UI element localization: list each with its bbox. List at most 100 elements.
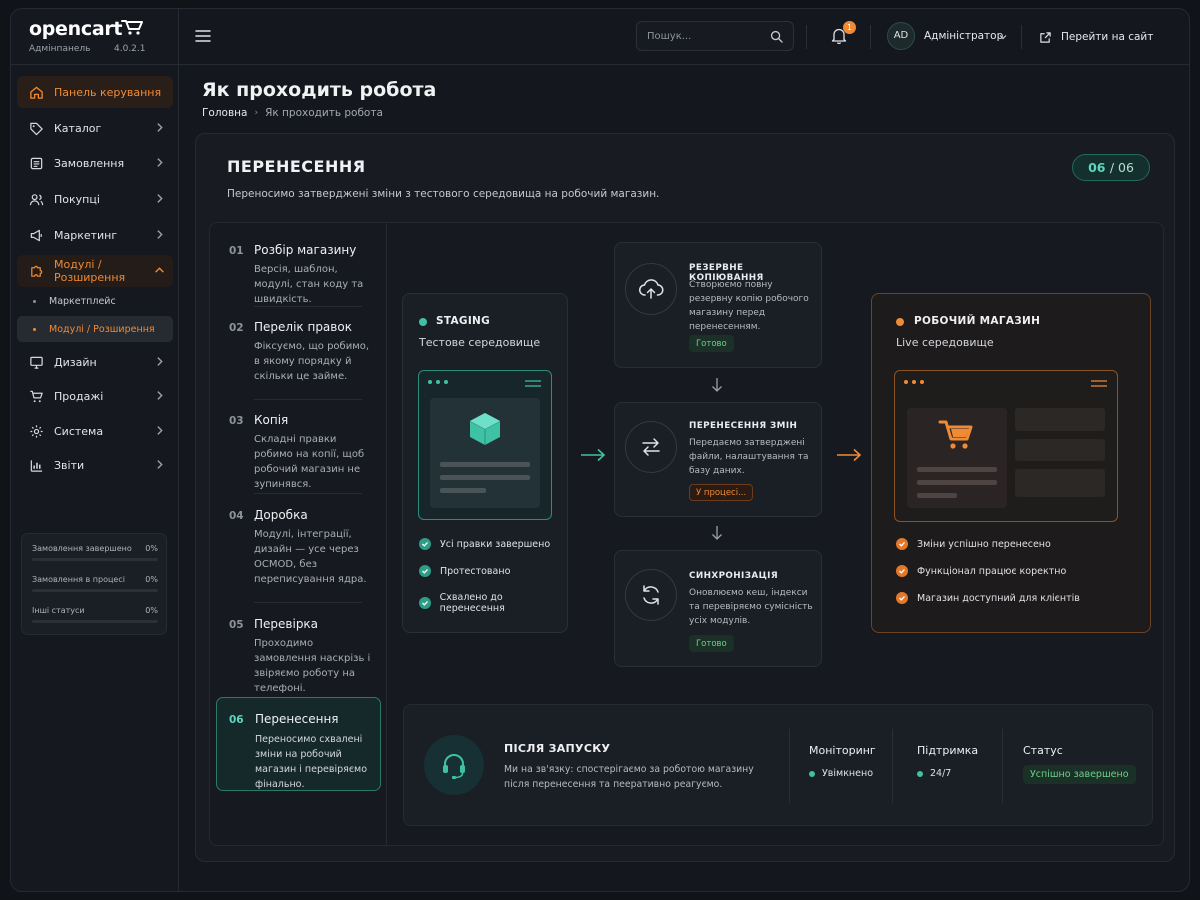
step-divider xyxy=(254,493,362,494)
step-text: Переносимо схвалені зміни на робочий маг… xyxy=(255,734,368,790)
stat-value: 0% xyxy=(145,606,158,615)
workflow-panel: 01 Розбір магазину Версія, шаблон, модул… xyxy=(209,222,1164,846)
staging-title: STAGING xyxy=(436,315,491,327)
sidebar-item-reports[interactable]: Звіти xyxy=(17,449,173,481)
user-name[interactable]: Адміністратор xyxy=(924,30,1003,42)
sidebar-subitem-extensions[interactable]: Модулі / Розширення xyxy=(17,316,173,342)
window-dots xyxy=(428,380,452,384)
sidebar-subitem-marketplace[interactable]: Маркетплейс xyxy=(17,288,173,314)
check-label: Магазин доступний для клієнтів xyxy=(917,592,1080,604)
goto-site-link[interactable]: Перейти на сайт xyxy=(1039,22,1153,52)
menu-icon[interactable] xyxy=(195,29,211,43)
sidebar: opencart Адмінпанель 4.0.2.1 Панель керу… xyxy=(11,9,179,891)
gear-icon xyxy=(30,424,43,438)
step-name: Розбір магазину xyxy=(254,243,357,257)
step-number: 01 xyxy=(229,245,244,257)
support-value: 24/7 xyxy=(917,768,951,779)
stat-label: Інші статуси xyxy=(32,606,85,615)
step-name: Копія xyxy=(254,413,289,427)
avatar[interactable]: AD xyxy=(887,22,915,50)
sidebar-item-system[interactable]: Система xyxy=(17,415,173,447)
step-text: Модулі, інтеграції, дизайн — усе через O… xyxy=(254,529,367,585)
breadcrumb-current: Як проходить робота xyxy=(265,107,383,119)
sidebar-item-label: Маркетинг xyxy=(54,228,118,242)
sidebar-item-label: Звіти xyxy=(54,458,85,472)
staging-panel: STAGING Тестове середовище Усі правки за… xyxy=(402,293,568,633)
logo-subtitle: Адмінпанель xyxy=(29,44,91,54)
notification-badge: 1 xyxy=(843,21,856,34)
pipeline-card-backup: РЕЗЕРВНЕ КОПІЮВАННЯ Створюємо повну резе… xyxy=(614,242,822,368)
stat-progress-bar xyxy=(32,589,158,592)
support-value-text: 24/7 xyxy=(930,768,952,779)
sidebar-item-marketing[interactable]: Маркетинг xyxy=(17,219,173,251)
cart-icon xyxy=(30,390,43,402)
placeholder-line xyxy=(440,488,486,493)
sidebar-subitem-label: Модулі / Розширення xyxy=(49,323,155,335)
logo-cart-icon xyxy=(121,20,143,35)
step-number: 04 xyxy=(229,510,244,522)
staging-check: Протестовано xyxy=(419,565,510,577)
pipeline-icon-circle xyxy=(625,263,677,315)
status-badge-in-progress: У процесі... xyxy=(689,484,754,501)
pipeline-icon-circle xyxy=(625,569,677,621)
vertical-divider xyxy=(1002,729,1003,803)
external-link-icon xyxy=(1040,31,1051,43)
sidebar-item-customers[interactable]: Покупці xyxy=(17,183,173,215)
check-icon xyxy=(896,565,908,577)
stat-label: Замовлення завершено xyxy=(32,544,132,553)
sidebar-item-catalog[interactable]: Каталог xyxy=(17,112,173,144)
sidebar-item-extensions[interactable]: Модулі / Розширення xyxy=(17,255,173,287)
placeholder-block xyxy=(1015,469,1105,497)
sidebar-item-orders[interactable]: Замовлення xyxy=(17,147,173,179)
placeholder-line xyxy=(917,467,997,472)
stat-progress-bar xyxy=(32,620,158,623)
support-label: Підтримка xyxy=(917,744,979,757)
step-item-active[interactable]: 06 Перенесення Переносимо схвалені зміни… xyxy=(216,697,381,791)
step-number: 06 xyxy=(229,714,244,726)
staging-check: Схвалено до перенесення xyxy=(419,592,567,614)
step-number: 05 xyxy=(229,619,244,631)
chart-icon xyxy=(30,459,43,472)
pipeline-text: Оновлюємо кеш, індекси та перевіряємо су… xyxy=(689,588,813,626)
stat-value: 0% xyxy=(145,544,158,553)
after-launch-text: Ми на зв'язку: спостерігаємо за роботою … xyxy=(504,764,754,790)
sidebar-item-sales[interactable]: Продажі xyxy=(17,380,173,412)
check-label: Протестовано xyxy=(440,565,511,577)
chevron-right-icon xyxy=(157,194,163,203)
window-dots xyxy=(904,380,928,384)
step-divider xyxy=(254,399,362,400)
step-divider xyxy=(254,306,362,307)
step-text: Фіксуємо, що робимо, в якому порядку й с… xyxy=(254,341,370,382)
transfer-card: ПЕРЕНЕСЕННЯ Переносимо затверджені зміни… xyxy=(195,133,1175,862)
placeholder-line xyxy=(440,475,530,480)
staging-check: Усі правки завершено xyxy=(419,538,550,550)
sidebar-item-label: Замовлення xyxy=(54,156,125,170)
chevron-down-icon[interactable] xyxy=(999,33,1007,41)
status-label: Статус xyxy=(1023,744,1063,757)
sidebar-item-design[interactable]: Дизайн xyxy=(17,346,173,378)
status-dot xyxy=(419,318,427,326)
monitoring-value-text: Увімкнено xyxy=(822,768,874,779)
step-text: Складні правки робимо на копії, щоб робо… xyxy=(254,434,365,490)
sidebar-item-label: Продажі xyxy=(54,389,104,403)
breadcrumb-home[interactable]: Головна xyxy=(202,107,247,119)
order-stats: Замовлення завершено 0% Замовлення в про… xyxy=(21,533,167,635)
live-subtitle: Live середовище xyxy=(896,336,994,349)
live-title: РОБОЧИЙ МАГАЗИН xyxy=(914,315,1041,327)
chevron-right-icon xyxy=(157,460,163,469)
search-input[interactable] xyxy=(647,22,767,50)
search-box[interactable] xyxy=(636,21,794,51)
step-total: 06 xyxy=(1118,160,1134,175)
pipeline-card-sync: СИНХРОНІЗАЦІЯ Оновлюємо кеш, індекси та … xyxy=(614,550,822,667)
check-label: Зміни успішно перенесено xyxy=(917,538,1051,550)
search-icon[interactable] xyxy=(770,30,783,43)
check-icon xyxy=(896,592,908,604)
sidebar-item-dashboard[interactable]: Панель керування xyxy=(17,76,173,108)
logo[interactable]: opencart Адмінпанель 4.0.2.1 xyxy=(11,9,179,65)
arrow-down-icon xyxy=(712,526,722,540)
sidebar-subitem-label: Маркетплейс xyxy=(49,295,116,307)
topbar: 1 AD Адміністратор Перейти на сайт xyxy=(179,9,1189,65)
card-title: ПЕРЕНЕСЕННЯ xyxy=(227,157,366,176)
placeholder-line xyxy=(917,493,957,498)
version-label: 4.0.2.1 xyxy=(114,44,146,54)
